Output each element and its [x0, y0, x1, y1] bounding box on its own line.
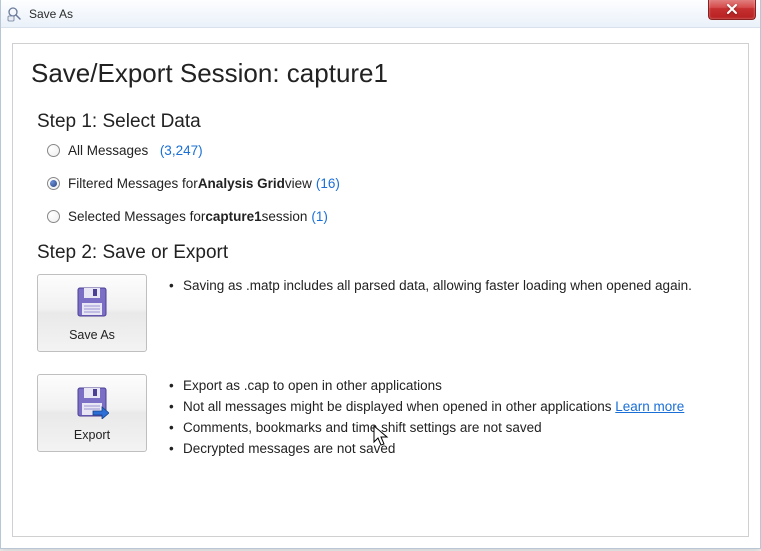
- radio-label-suffix: session: [262, 209, 308, 224]
- count-link[interactable]: (1): [311, 209, 328, 224]
- saveas-row: Save As •Saving as .matp includes all pa…: [37, 274, 730, 352]
- learn-more-link[interactable]: Learn more: [615, 399, 684, 414]
- bullet-text: Export as .cap to open in other applicat…: [183, 376, 442, 397]
- count-link[interactable]: (16): [316, 176, 340, 191]
- bullet-text: Saving as .matp includes all parsed data…: [183, 276, 692, 297]
- button-label: Save As: [69, 328, 115, 342]
- saveas-bullets: •Saving as .matp includes all parsed dat…: [169, 274, 692, 297]
- save-as-dialog: Save As Save/Export Session: capture1 St…: [0, 0, 761, 549]
- titlebar: Save As: [1, 0, 760, 28]
- export-button[interactable]: Export: [37, 374, 147, 452]
- step2-heading: Step 2: Save or Export: [37, 242, 730, 264]
- app-icon: [7, 6, 23, 22]
- export-row: Export •Export as .cap to open in other …: [37, 374, 730, 460]
- radio-selected-messages[interactable]: Selected Messages for capture1 session (…: [47, 209, 730, 224]
- count-link[interactable]: (3,247): [160, 143, 203, 158]
- radio-label-bold: capture1: [205, 209, 261, 224]
- bullet-text: Comments, bookmarks and time shift setti…: [183, 418, 542, 439]
- button-label: Export: [74, 428, 110, 442]
- floppy-export-icon: [75, 385, 109, 422]
- save-as-button[interactable]: Save As: [37, 274, 147, 352]
- floppy-icon: [75, 285, 109, 322]
- bullet-text: Decrypted messages are not saved: [183, 439, 395, 460]
- radio-icon: [47, 177, 60, 190]
- window-title: Save As: [29, 7, 73, 21]
- step1-heading: Step 1: Select Data: [37, 111, 730, 133]
- radio-all-messages[interactable]: All Messages (3,247): [47, 143, 730, 158]
- radio-icon: [47, 210, 60, 223]
- radio-label-prefix: Selected Messages for: [68, 209, 205, 224]
- radio-label-bold: Analysis Grid: [198, 176, 285, 191]
- radio-filtered-messages[interactable]: Filtered Messages for Analysis Grid view…: [47, 176, 730, 191]
- radio-label: All Messages: [68, 143, 148, 158]
- radio-label-suffix: view: [285, 176, 312, 191]
- export-bullets: •Export as .cap to open in other applica…: [169, 374, 684, 460]
- bullet-text: Not all messages might be displayed when…: [183, 399, 615, 414]
- page-title: Save/Export Session: capture1: [31, 58, 730, 89]
- dialog-body: Save/Export Session: capture1 Step 1: Se…: [12, 43, 749, 537]
- radio-label-prefix: Filtered Messages for: [68, 176, 198, 191]
- radio-icon: [47, 144, 60, 157]
- close-button[interactable]: [708, 0, 756, 20]
